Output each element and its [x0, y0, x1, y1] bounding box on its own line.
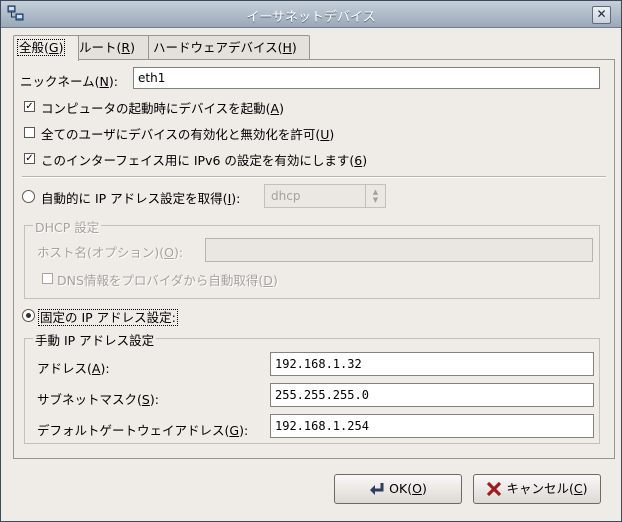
- dhcp-settings-frame: DHCP 設定 ホスト名(オプション)(O): DNS情報をプロバイダから自動取…: [24, 217, 600, 299]
- nickname-field[interactable]: eth1: [133, 67, 600, 89]
- label-suffix: ): [421, 481, 427, 496]
- label-suffix: ):: [100, 361, 110, 376]
- label-text: DNS情報をプロバイダから自動取得(: [57, 273, 264, 288]
- enter-arrow-icon: [370, 482, 384, 495]
- gateway-field[interactable]: 192.168.1.254: [270, 414, 594, 438]
- dialog-window: イーサネットデバイス ✕ 全般(G) ルート(R) ハードウェアデバイス(H) …: [0, 0, 622, 522]
- general-panel: ニックネーム(N): eth1 ✓ コンピュータの起動時にデバイスを起動(A) …: [13, 59, 615, 459]
- label-suffix: ):: [231, 191, 241, 206]
- static-ip-label[interactable]: 固定の IP アドレス設定:: [38, 307, 178, 326]
- nickname-label: ニックネーム(N):: [20, 71, 118, 90]
- label-text: デフォルトゲートウェイアドレス(: [37, 423, 230, 438]
- dhcp-frame-title: DHCP 設定: [33, 217, 102, 236]
- allow-users-label[interactable]: 全てのユーザにデバイスの有効化と無効化を許可(U): [41, 124, 334, 143]
- allow-users-checkbox[interactable]: [24, 127, 35, 138]
- close-icon: ✕: [596, 7, 607, 21]
- spin-arrows-icon: ▲ ▼: [365, 185, 385, 207]
- label-text: 全てのユーザにデバイスの有効化と無効化を許可(: [41, 127, 321, 142]
- label-suffix: ): [279, 101, 284, 116]
- label-suffix: ):: [173, 245, 184, 260]
- tab-general[interactable]: 全般(G): [13, 35, 79, 61]
- static-ip-radio[interactable]: [22, 309, 35, 322]
- subnet-mask-label: サブネットマスク(S):: [37, 389, 159, 408]
- activate-on-boot-checkbox[interactable]: ✓: [24, 101, 35, 112]
- label-suffix: ):: [149, 392, 159, 407]
- button-label: キャンセル(: [506, 481, 574, 496]
- tab-suffix: ): [58, 40, 64, 55]
- mnemonic: A: [270, 101, 280, 116]
- auto-ip-radio[interactable]: [22, 190, 35, 203]
- address-field[interactable]: 192.168.1.32: [270, 352, 594, 376]
- ip-method-value: dhcp: [271, 189, 301, 203]
- button-label: OK(: [389, 481, 413, 496]
- enable-ipv6-label[interactable]: このインターフェイス用に IPv6 の設定を有効にします(6): [41, 150, 367, 169]
- tab-route-label: ルート(: [79, 40, 122, 55]
- hostname-label: ホスト名(オプション)(O):: [37, 242, 183, 261]
- window-title: イーサネットデバイス: [246, 10, 376, 25]
- dns-auto-label[interactable]: DNS情報をプロバイダから自動取得(D): [57, 270, 278, 289]
- gateway-label: デフォルトゲートウェイアドレス(G):: [37, 420, 248, 439]
- tab-suffix: ): [130, 40, 135, 55]
- tab-hardware-device[interactable]: ハードウェアデバイス(H): [148, 35, 310, 60]
- label-text: 自動的に IP アドレス設定を取得(: [41, 191, 228, 206]
- mnemonic: S: [141, 392, 150, 407]
- label-suffix: ):: [239, 423, 249, 438]
- manual-ip-frame: 手動 IP アドレス設定 アドレス(A): 192.168.1.32 サブネット…: [24, 330, 600, 444]
- mnemonic: G: [229, 423, 240, 438]
- tab-general-label: 全般(: [19, 40, 49, 55]
- label-text: アドレス(: [37, 361, 92, 376]
- manual-ip-frame-title: 手動 IP アドレス設定: [33, 330, 157, 349]
- ok-button[interactable]: OK(O): [334, 474, 462, 504]
- radio-dot: [26, 313, 31, 318]
- mnemonic: R: [121, 40, 131, 55]
- mnemonic: N: [99, 74, 109, 89]
- auto-ip-label[interactable]: 自動的に IP アドレス設定を取得(I):: [41, 188, 240, 207]
- tab-suffix: ): [291, 40, 297, 55]
- close-button[interactable]: ✕: [592, 6, 611, 24]
- label-text: このインターフェイス用に IPv6 の設定を有効にします(: [41, 153, 355, 168]
- mnemonic: G: [48, 40, 59, 55]
- activate-on-boot-label[interactable]: コンピュータの起動時にデバイスを起動(A): [41, 98, 284, 117]
- separator: [22, 176, 606, 178]
- subnet-mask-field[interactable]: 255.255.255.0: [270, 383, 594, 407]
- ip-method-select[interactable]: dhcp ▲ ▼: [264, 184, 386, 208]
- address-label: アドレス(A):: [37, 358, 110, 377]
- label-suffix: ): [329, 127, 335, 142]
- tab-hardware-label: ハードウェアデバイス(: [153, 40, 283, 55]
- enable-ipv6-checkbox[interactable]: ✓: [24, 153, 35, 164]
- label-suffix: ): [582, 481, 588, 496]
- mnemonic: O: [164, 245, 174, 260]
- hostname-field[interactable]: [205, 238, 593, 262]
- mnemonic: C: [573, 481, 583, 496]
- cancel-x-icon: [487, 481, 502, 496]
- cancel-button[interactable]: キャンセル(C): [473, 474, 601, 504]
- label-text: ホスト名(オプション)(: [37, 245, 165, 260]
- label-text: サブネットマスク(: [37, 392, 142, 407]
- mnemonic: H: [282, 40, 292, 55]
- label-text: ニックネーム(: [20, 74, 100, 89]
- tab-route[interactable]: ルート(R): [74, 35, 150, 60]
- label-suffix: ): [362, 153, 368, 168]
- label-suffix: ): [272, 273, 278, 288]
- label-text: コンピュータの起動時にデバイスを起動(: [41, 101, 271, 116]
- mnemonic: D: [263, 273, 273, 288]
- label-suffix: ):: [108, 74, 118, 89]
- dns-auto-checkbox[interactable]: [42, 273, 53, 284]
- label-text: 固定の IP アドレス設定:: [38, 309, 178, 326]
- mnemonic: O: [412, 481, 422, 496]
- title-bar[interactable]: イーサネットデバイス ✕: [1, 1, 621, 28]
